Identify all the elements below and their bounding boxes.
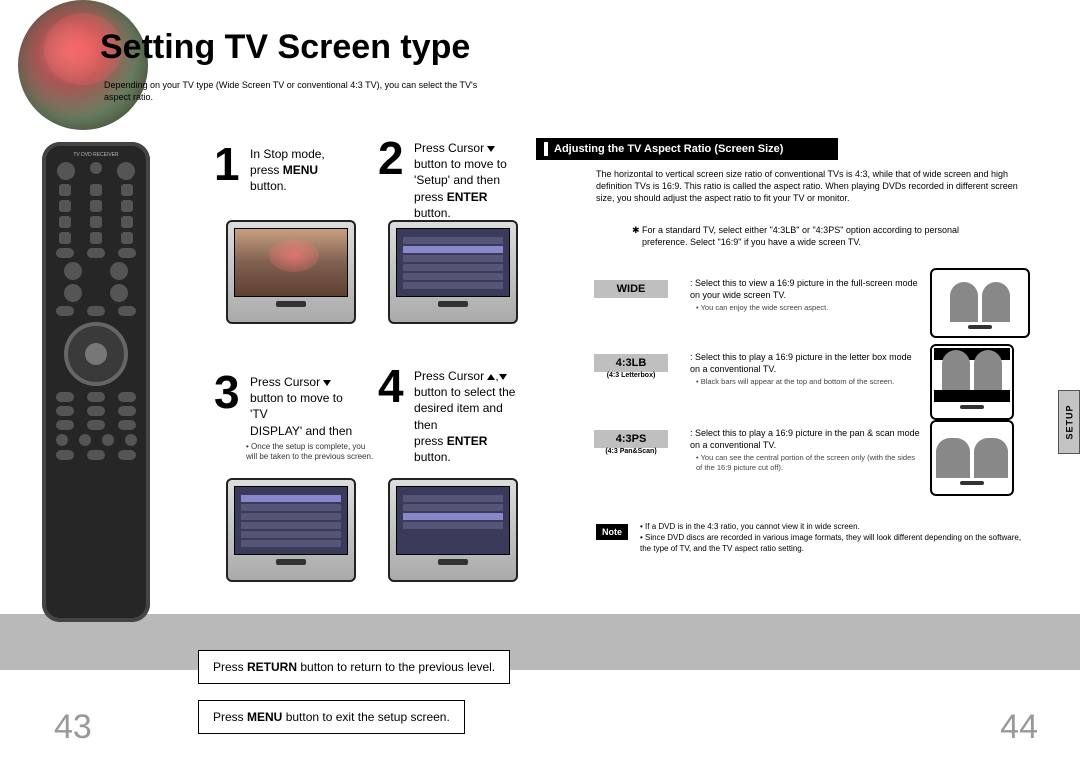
- step-1-text: In Stop mode, press MENU button.: [250, 146, 360, 195]
- section-body-text: The horizontal to vertical screen size r…: [596, 168, 1028, 204]
- mode-43lb-label: 4:3LB: [594, 354, 668, 372]
- mode-43ps-label: 4:3PS: [594, 430, 668, 448]
- step-3: 3 Press Cursor button to move to 'TV DIS…: [214, 372, 360, 439]
- step-4-text: Press Cursor , button to select the desi…: [414, 368, 524, 465]
- step-1: 1 In Stop mode, press MENU button.: [214, 144, 360, 195]
- page-title: Setting TV Screen type: [100, 28, 470, 67]
- remote-control-illustration: TV DVD RECEIVER: [42, 142, 150, 622]
- star-note: For a standard TV, select either "4:3LB"…: [632, 224, 992, 248]
- return-hint-box: Press RETURN button to return to the pre…: [198, 650, 510, 684]
- step-2: 2 Press Cursor button to move to 'Setup'…: [378, 138, 524, 221]
- step-1-number: 1: [214, 144, 240, 185]
- step-4: 4 Press Cursor , button to select the de…: [378, 366, 524, 465]
- tv-thumb-1: [226, 220, 356, 324]
- step-2-number: 2: [378, 138, 404, 179]
- mini-tv-wide: [930, 268, 1030, 338]
- tv-thumb-3: [226, 478, 356, 582]
- page-number-left: 43: [54, 708, 92, 747]
- page-number-right: 44: [1000, 708, 1038, 747]
- mode-43ps-sub: (4:3 Pan&Scan): [594, 448, 668, 455]
- mini-tv-43ps: [930, 420, 1014, 496]
- cursor-down-icon: [487, 146, 495, 152]
- cursor-down-icon: [499, 374, 507, 380]
- step-3-text: Press Cursor button to move to 'TV DISPL…: [250, 374, 360, 439]
- mode-43lb-sub: (4:3 Letterbox): [594, 372, 668, 379]
- mini-tv-43lb: [930, 344, 1014, 420]
- tv-thumb-2: [388, 220, 518, 324]
- note-text: • If a DVD is in the 4:3 ratio, you cann…: [640, 522, 1030, 554]
- page-subtitle: Depending on your TV type (Wide Screen T…: [104, 80, 494, 103]
- step-4-number: 4: [378, 366, 404, 407]
- mode-wide-label: WIDE: [594, 280, 668, 298]
- cursor-down-icon: [323, 380, 331, 386]
- gray-band: [0, 614, 1080, 670]
- mode-wide-desc: : Select this to view a 16:9 picture in …: [690, 278, 922, 313]
- mode-43ps-desc: : Select this to play a 16:9 picture in …: [690, 428, 922, 473]
- step-complete-note: • Once the setup is complete, you will b…: [246, 442, 376, 462]
- remote-header-label: TV DVD RECEIVER: [50, 152, 142, 158]
- mode-43lb-desc: : Select this to play a 16:9 picture in …: [690, 352, 922, 387]
- section-header: Adjusting the TV Aspect Ratio (Screen Si…: [536, 138, 838, 160]
- tv-thumb-4: [388, 478, 518, 582]
- note-chip: Note: [596, 524, 628, 540]
- step-3-number: 3: [214, 372, 240, 413]
- menu-hint-box: Press MENU button to exit the setup scre…: [198, 700, 465, 734]
- step-2-text: Press Cursor button to move to 'Setup' a…: [414, 140, 524, 221]
- side-tab-setup: SETUP: [1058, 390, 1080, 454]
